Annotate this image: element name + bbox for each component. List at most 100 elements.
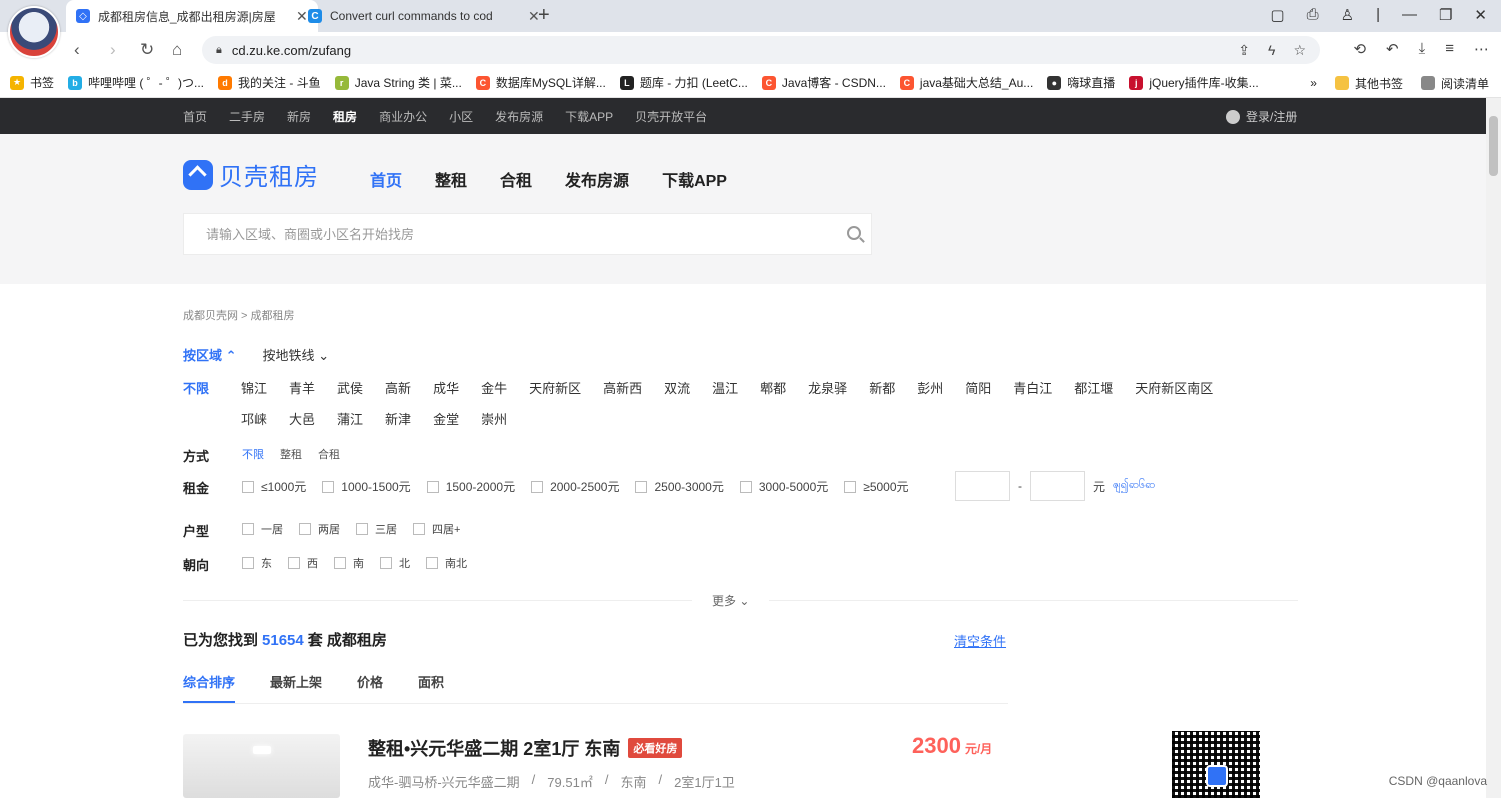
checkbox[interactable] [426, 557, 438, 569]
checkbox[interactable] [426, 480, 439, 493]
checkbox[interactable] [635, 480, 648, 493]
topnav-link-publish[interactable]: 发布房源 [495, 108, 543, 125]
more-menu-icon[interactable]: ⋯ [1474, 40, 1489, 58]
district-option[interactable]: 邛崃 [241, 409, 267, 428]
list-icon[interactable]: ≡ [1445, 40, 1454, 58]
district-option[interactable]: 武侯 [337, 378, 363, 397]
share-icon[interactable]: ⇪ [1238, 42, 1250, 59]
orientation-option[interactable]: 南北 [426, 555, 467, 571]
rent-option[interactable]: 3000-5000元 [739, 478, 828, 495]
checkbox[interactable] [531, 480, 544, 493]
sort-tab-price[interactable]: 价格 [357, 672, 383, 691]
checkbox[interactable] [299, 523, 311, 535]
sort-tab-default[interactable]: 综合排序 [183, 672, 235, 691]
maximize-icon[interactable]: ❐ [1439, 6, 1452, 24]
bookmark-item[interactable]: C 数据库MySQL详解... [475, 74, 606, 91]
topnav-link-commercial[interactable]: 商业办公 [379, 108, 427, 125]
rent-max-input[interactable] [1030, 471, 1085, 501]
checkbox[interactable] [242, 523, 254, 535]
topnav-link-open-platform[interactable]: 贝壳开放平台 [635, 108, 707, 125]
back-arrow-icon[interactable]: ‹ [74, 40, 80, 60]
rent-option[interactable]: 1500-2000元 [426, 478, 515, 495]
url-input[interactable]: 🔒︎ cd.zu.ke.com/zufang ⇪ ϟ ☆ [202, 36, 1320, 64]
search-input[interactable] [206, 226, 826, 242]
district-option[interactable]: 温江 [712, 378, 738, 397]
download-icon[interactable]: ⤓ [1419, 40, 1426, 58]
bookmark-item[interactable]: ★ 书签 [10, 74, 54, 91]
checkbox[interactable] [380, 557, 392, 569]
district-option[interactable]: 金牛 [481, 378, 507, 397]
district-option[interactable]: 龙泉驿 [808, 378, 847, 397]
district-option[interactable]: 新都 [869, 378, 895, 397]
site-logo[interactable]: 贝壳租房 [183, 157, 319, 192]
page-scrollbar[interactable] [1486, 98, 1501, 798]
new-tab-plus-icon[interactable]: + [538, 4, 550, 27]
star-bookmark-icon[interactable]: ☆ [1293, 42, 1306, 59]
listing-title[interactable]: 整租•兴元华盛二期 2室1厅 东南 必看好房 [368, 735, 683, 761]
district-option[interactable]: 金堂 [433, 409, 459, 428]
home-icon[interactable]: ⌂ [172, 40, 182, 60]
bookmark-item[interactable]: ● 嗨球直播 [1047, 74, 1115, 91]
checkbox[interactable] [356, 523, 368, 535]
main-nav-download-app[interactable]: 下载APP [662, 167, 727, 191]
rent-confirm-button[interactable]: ၛ၍ၹ၆ၹ [1113, 478, 1155, 494]
district-option[interactable]: 都江堰 [1074, 378, 1113, 397]
main-nav-shared-rent[interactable]: 合租 [500, 167, 532, 191]
forward-arrow-icon[interactable]: › [110, 40, 116, 60]
district-option[interactable]: 高新西 [603, 378, 642, 397]
district-option[interactable]: 双流 [664, 378, 690, 397]
district-option[interactable]: 天府新区南区 [1135, 378, 1213, 397]
district-option[interactable]: 大邑 [289, 409, 315, 428]
bookmark-item[interactable]: L 题库 - 力扣 (LeetC... [619, 74, 748, 91]
checkbox[interactable] [413, 523, 425, 535]
rent-option[interactable]: ≥5000元 [844, 478, 909, 495]
bookmark-item[interactable]: j jQuery插件库-收集... [1129, 74, 1259, 91]
topnav-link-secondhand[interactable]: 二手房 [229, 108, 265, 125]
bookmark-item[interactable]: Cjava基础大总结_Au... [899, 74, 1033, 91]
topnav-link-home[interactable]: 首页 [183, 108, 207, 125]
reading-list[interactable]: 阅读清单 [1420, 75, 1489, 92]
rent-option[interactable]: ≤1000元 [242, 478, 306, 495]
orientation-option[interactable]: 西 [288, 555, 318, 571]
bookmark-item[interactable]: d 我的关注 - 斗鱼 [218, 74, 321, 91]
rent-option[interactable]: 2500-3000元 [635, 478, 724, 495]
reload-icon[interactable]: ↻ [140, 40, 154, 60]
browser-tab[interactable]: C Convert curl commands to cod ✕ [298, 0, 550, 32]
mode-option[interactable]: 整租 [280, 446, 302, 462]
breadcrumb[interactable]: 成都贝壳网 > 成都租房 [183, 307, 295, 323]
minimize-icon[interactable]: — [1402, 6, 1417, 24]
main-nav-whole-rent[interactable]: 整租 [435, 167, 467, 191]
checkbox[interactable] [334, 557, 346, 569]
browser-tab-active[interactable]: ◇ 成都租房信息_成都出租房源|房屋 ✕ [66, 0, 318, 32]
topnav-link-rent[interactable]: 租房 [333, 108, 357, 125]
mode-option[interactable]: 合租 [318, 446, 340, 462]
shirt-icon[interactable]: ♙ [1341, 6, 1354, 24]
listing-location[interactable]: 成华-驷马桥-兴元华盛二期 [368, 772, 520, 791]
tab-by-region[interactable]: 按区域 ⌃ [183, 345, 237, 364]
layout-option[interactable]: 四居+ [413, 521, 460, 537]
topnav-link-newhouse[interactable]: 新房 [287, 108, 311, 125]
district-option[interactable]: 青羊 [289, 378, 315, 397]
checkbox[interactable] [844, 480, 857, 493]
scrollbar-thumb[interactable] [1489, 116, 1498, 176]
main-nav-home[interactable]: 首页 [370, 167, 402, 191]
more-filters-button[interactable]: 更多 ⌄ [692, 592, 770, 609]
checkbox[interactable] [242, 557, 254, 569]
layout-option[interactable]: 三居 [356, 521, 397, 537]
topnav-link-app[interactable]: 下载APP [565, 108, 613, 125]
lightning-icon[interactable]: ϟ [1268, 42, 1275, 59]
district-option[interactable]: 简阳 [965, 378, 991, 397]
clear-conditions-link[interactable]: 清空条件 [954, 631, 1006, 650]
tab-by-metro[interactable]: 按地铁线 ⌄ [263, 345, 330, 364]
district-option[interactable]: 郫都 [760, 378, 786, 397]
login-link[interactable]: 登录/注册 [1226, 108, 1297, 125]
listing-photo[interactable] [183, 734, 340, 798]
close-window-icon[interactable]: ✕ [1474, 6, 1487, 24]
district-option[interactable]: 天府新区 [529, 378, 581, 397]
orientation-option[interactable]: 北 [380, 555, 410, 571]
undo-icon[interactable]: ↶ [1386, 40, 1399, 58]
district-option[interactable]: 青白江 [1013, 378, 1052, 397]
extensions-icon[interactable]: ⟲ [1353, 40, 1366, 58]
mode-option[interactable]: 不限 [242, 446, 264, 462]
sort-tab-newest[interactable]: 最新上架 [270, 672, 322, 691]
